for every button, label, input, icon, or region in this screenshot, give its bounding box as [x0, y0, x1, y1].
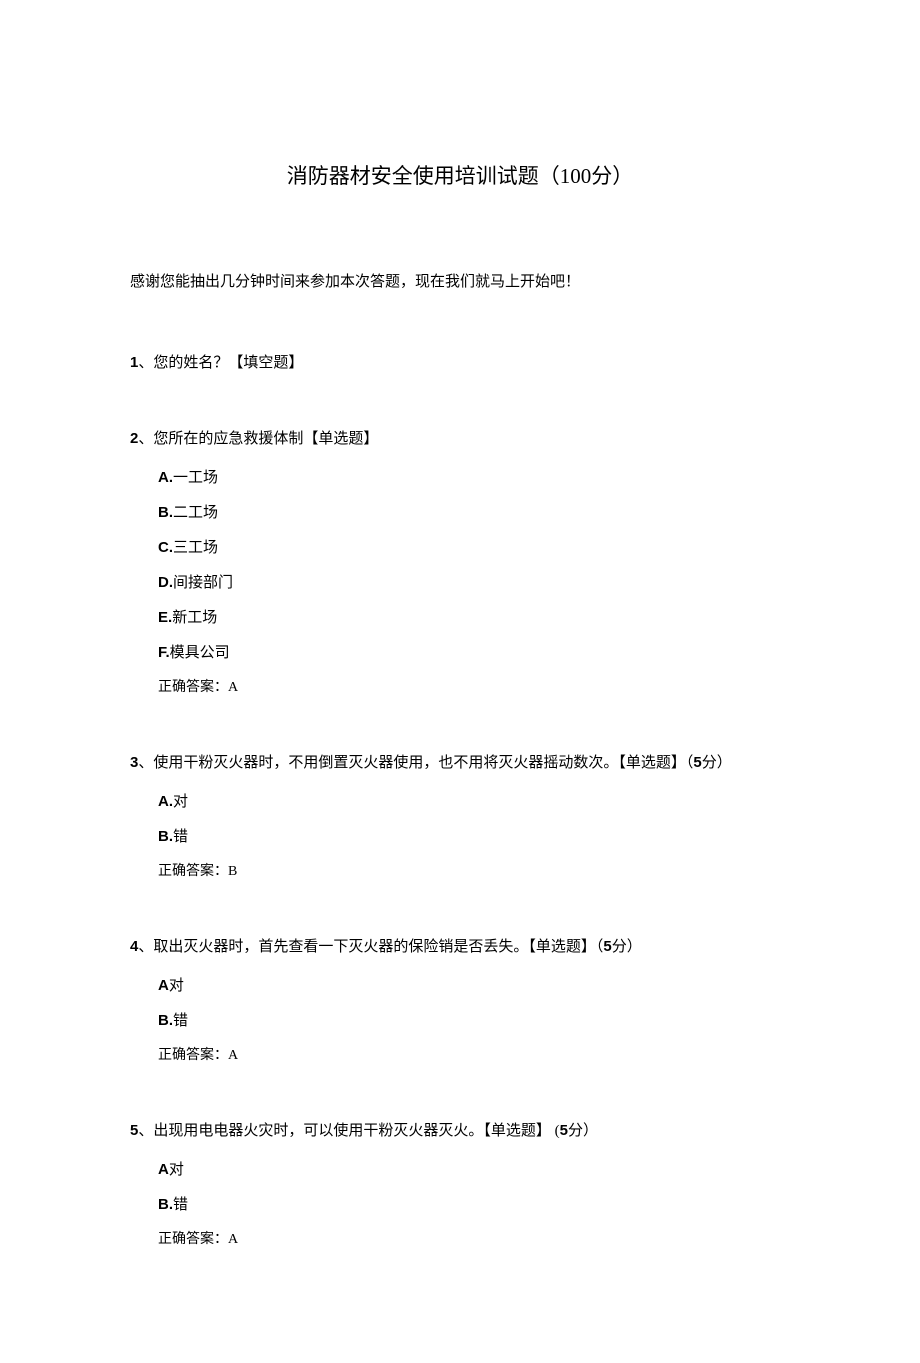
opt-letter: A.	[158, 469, 173, 486]
q5-answer: 正确答案：A	[158, 1228, 790, 1248]
q2-answer: 正确答案：A	[158, 676, 790, 696]
opt-text: 模具公司	[170, 645, 230, 661]
q5-body: 、出现用电电器火灾时，可以使用干粉灭火器灭火。【单选题】 (	[138, 1123, 559, 1139]
opt-letter: B.	[158, 1012, 173, 1029]
question-3-text: 3、使用干粉灭火器时，不用倒置灭火器使用，也不用将灭火器摇动数次。【单选题】（5…	[130, 751, 790, 772]
question-3: 3、使用干粉灭火器时，不用倒置灭火器使用，也不用将灭火器摇动数次。【单选题】（5…	[130, 751, 790, 880]
q2-option-a: A.一工场	[158, 466, 790, 487]
opt-letter: A.	[158, 793, 173, 810]
opt-letter: B.	[158, 828, 173, 845]
opt-letter: B.	[158, 1196, 173, 1213]
opt-text: 错	[173, 829, 188, 845]
opt-text: 一工场	[173, 470, 218, 486]
opt-text: 对	[173, 794, 188, 810]
q3-suffix: 分）	[702, 755, 732, 771]
opt-text: 对	[169, 978, 184, 994]
opt-text: 二工场	[173, 505, 218, 521]
q2-option-c: C.三工场	[158, 536, 790, 557]
q2-option-f: F.模具公司	[158, 641, 790, 662]
question-1-text: 1、您的姓名？【填空题】	[130, 351, 790, 372]
q5-pts: 5	[560, 1122, 568, 1139]
q3-answer: 正确答案：B	[158, 860, 790, 880]
opt-text: 错	[173, 1013, 188, 1029]
opt-text: 三工场	[173, 540, 218, 556]
q4-body: 、取出灭火器时，首先查看一下灭火器的保险销是否丢失。【单选题】（	[138, 939, 603, 955]
page-title: 消防器材安全使用培训试题（100分）	[130, 160, 790, 190]
q4-option-b: B.错	[158, 1009, 790, 1030]
q2-option-b: B.二工场	[158, 501, 790, 522]
opt-letter: F.	[158, 644, 170, 661]
q3-pts: 5	[693, 754, 701, 771]
q5-suffix: 分）	[568, 1123, 598, 1139]
question-5-text: 5、出现用电电器火灾时，可以使用干粉灭火器灭火。【单选题】 (5分）	[130, 1119, 790, 1140]
q2-option-e: E.新工场	[158, 606, 790, 627]
q3-option-a: A.对	[158, 790, 790, 811]
opt-letter: D.	[158, 574, 173, 591]
intro-text: 感谢您能抽出几分钟时间来参加本次答题，现在我们就马上开始吧！	[130, 270, 790, 291]
question-5: 5、出现用电电器火灾时，可以使用干粉灭火器灭火。【单选题】 (5分） A对 B.…	[130, 1119, 790, 1248]
q4-answer: 正确答案：A	[158, 1044, 790, 1064]
q2-body: 、您所在的应急救援体制【单选题】	[138, 431, 378, 447]
opt-letter: E.	[158, 609, 172, 626]
question-2-text: 2、您所在的应急救援体制【单选题】	[130, 427, 790, 448]
opt-text: 对	[169, 1162, 184, 1178]
question-1: 1、您的姓名？【填空题】	[130, 351, 790, 372]
q3-option-b: B.错	[158, 825, 790, 846]
opt-letter: A	[158, 977, 169, 994]
opt-text: 错	[173, 1197, 188, 1213]
question-4: 4、取出灭火器时，首先查看一下灭火器的保险销是否丢失。【单选题】（5分） A对 …	[130, 935, 790, 1064]
opt-letter: A	[158, 1161, 169, 1178]
q4-pts: 5	[603, 938, 611, 955]
opt-letter: C.	[158, 539, 173, 556]
opt-text: 间接部门	[173, 575, 233, 591]
opt-letter: B.	[158, 504, 173, 521]
q3-body: 、使用干粉灭火器时，不用倒置灭火器使用，也不用将灭火器摇动数次。【单选题】（	[138, 755, 693, 771]
q5-option-b: B.错	[158, 1193, 790, 1214]
question-2: 2、您所在的应急救援体制【单选题】 A.一工场 B.二工场 C.三工场 D.间接…	[130, 427, 790, 696]
q4-option-a: A对	[158, 974, 790, 995]
q1-body: 、您的姓名？【填空题】	[138, 355, 303, 371]
q5-option-a: A对	[158, 1158, 790, 1179]
question-4-text: 4、取出灭火器时，首先查看一下灭火器的保险销是否丢失。【单选题】（5分）	[130, 935, 790, 956]
opt-text: 新工场	[172, 610, 217, 626]
q2-option-d: D.间接部门	[158, 571, 790, 592]
q4-suffix: 分）	[612, 939, 642, 955]
